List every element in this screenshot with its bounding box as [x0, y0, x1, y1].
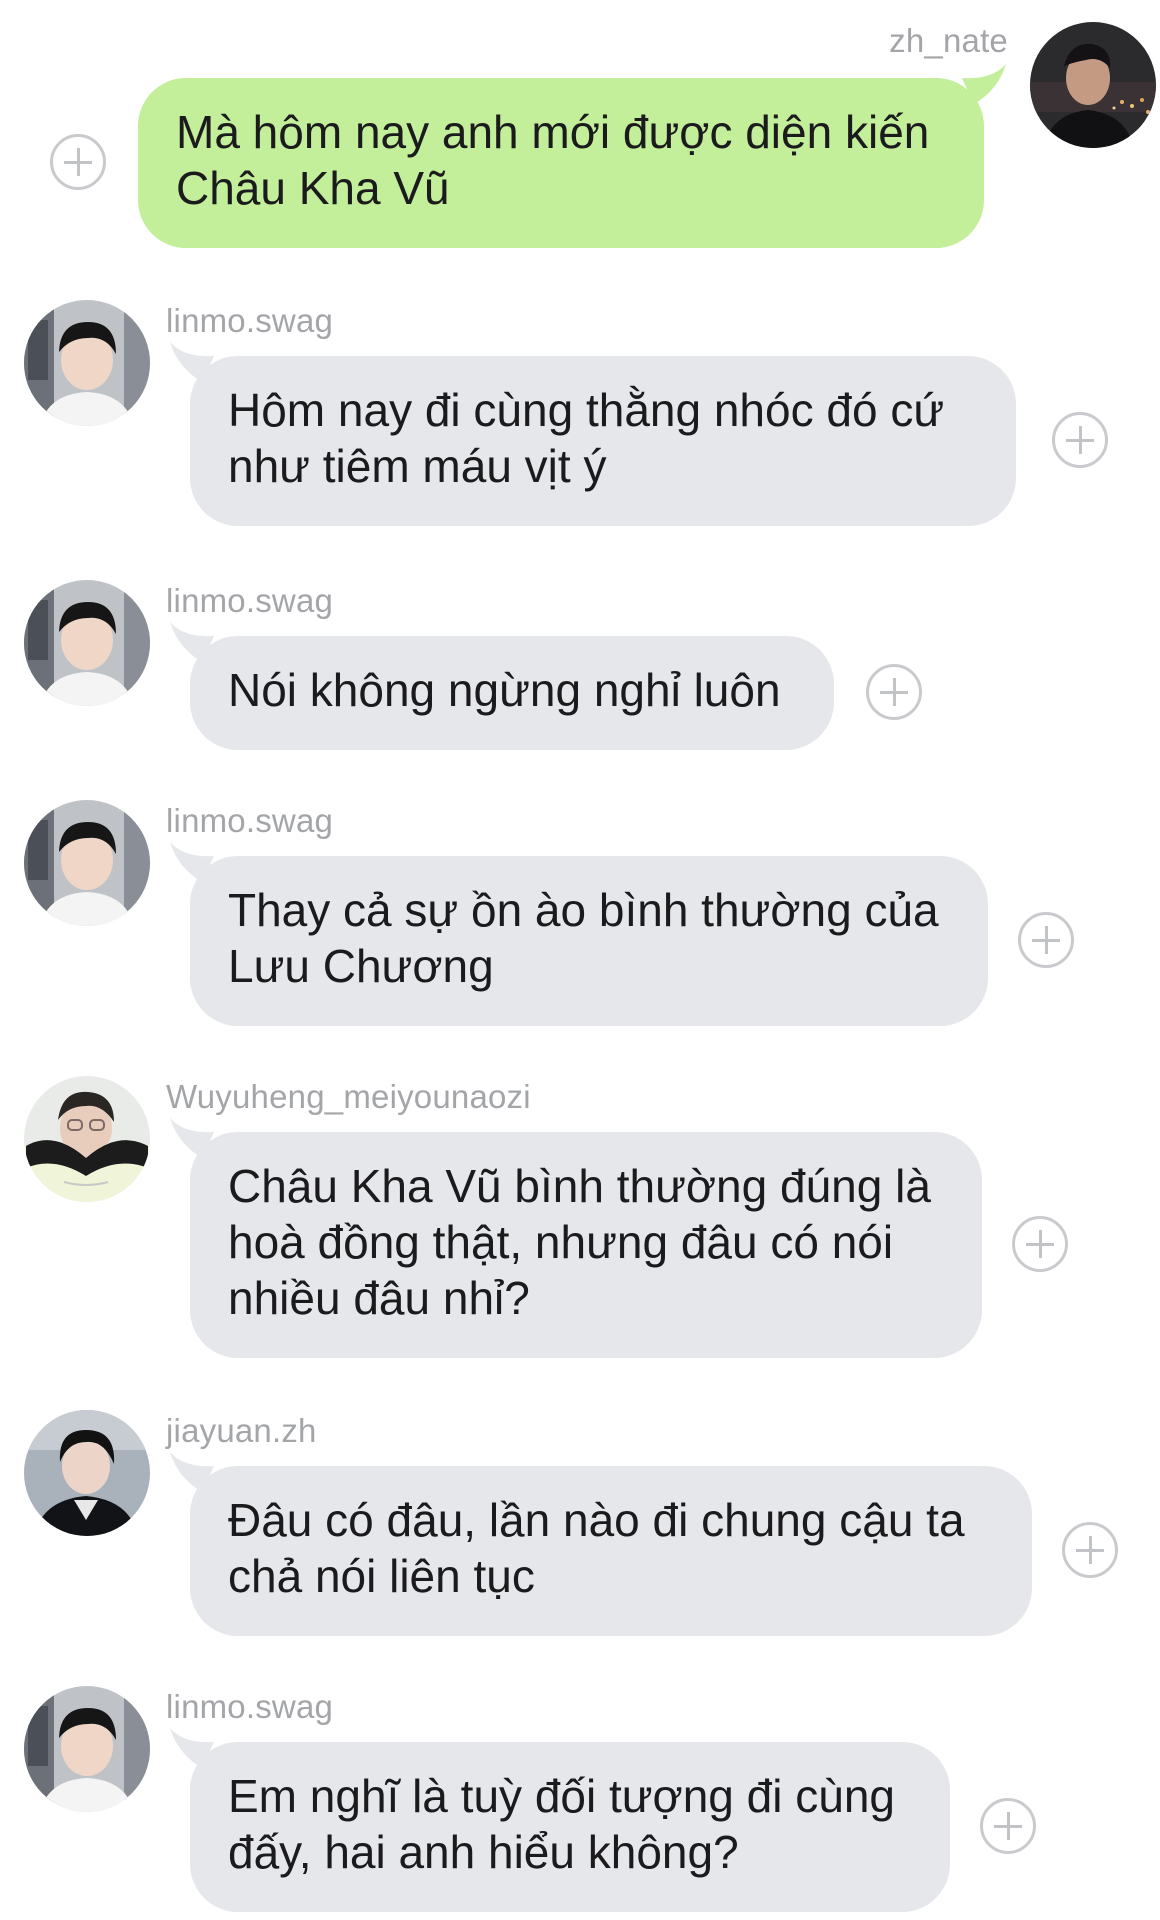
avatar[interactable]	[1030, 22, 1156, 148]
message-line: như tiêm máu vịt ý	[228, 440, 607, 492]
message-bubble[interactable]: Đâu có đâu, lần nào đi chung cậu ta chả …	[170, 1452, 1032, 1636]
plus-circle-icon[interactable]	[980, 1798, 1036, 1854]
message-line: Thay cả sự ồn ào bình thường của	[228, 884, 939, 936]
username: linmo.swag	[166, 582, 334, 619]
username: jiayuan.zh	[166, 1412, 317, 1449]
avatar[interactable]	[24, 1686, 150, 1812]
message-bubble[interactable]: Thay cả sự ồn ào bình thường của Lưu Chư…	[170, 842, 988, 1026]
message-line: Châu Kha Vũ bình thường đúng là	[228, 1160, 931, 1212]
bubble-tail	[170, 622, 214, 662]
message-bubble[interactable]: Em nghĩ là tuỳ đối tượng đi cùng đấy, ha…	[170, 1728, 950, 1912]
message-line: Lưu Chương	[228, 940, 494, 992]
message-line: nhiều đâu nhỉ?	[228, 1272, 530, 1324]
message-row: linmo.swag Thay cả sự ồn ào bình thường …	[0, 790, 1160, 1040]
chat-thread: zh_nate Mà hôm nay anh mới được diện kiế…	[0, 0, 1160, 1920]
message-line: hoà đồng thật, nhưng đâu có nói	[228, 1216, 894, 1268]
username: zh_nate	[889, 22, 1008, 59]
plus-circle-icon[interactable]	[1012, 1216, 1068, 1272]
message-bubble[interactable]: Hôm nay đi cùng thằng nhóc đó cứ như tiê…	[170, 342, 1016, 526]
message-row: jiayuan.zh Đâu có đâu, lần nào đi chung …	[0, 1400, 1160, 1650]
message-line: Mà hôm nay anh mới được diện kiến	[176, 106, 930, 158]
bubble-tail	[170, 842, 214, 882]
message-bubble[interactable]: Châu Kha Vũ bình thường đúng là hoà đồng…	[170, 1118, 982, 1358]
plus-circle-icon[interactable]	[1052, 412, 1108, 468]
bubble-tail	[962, 64, 1006, 104]
message-row: linmo.swag Nói không ngừng nghỉ luôn	[0, 570, 1160, 760]
message-row: linmo.swag Em nghĩ là tuỳ đối tượng đi c…	[0, 1676, 1160, 1920]
bubble-tail	[170, 1452, 214, 1492]
message-line: Em nghĩ là tuỳ đối tượng đi cùng	[228, 1770, 895, 1822]
message-row: zh_nate Mà hôm nay anh mới được diện kiế…	[0, 0, 1160, 260]
avatar[interactable]	[24, 800, 150, 926]
username: linmo.swag	[166, 802, 334, 839]
username: linmo.swag	[166, 302, 334, 339]
message-line: Đâu có đâu, lần nào đi chung cậu ta	[228, 1494, 965, 1546]
plus-circle-icon[interactable]	[50, 134, 106, 190]
plus-circle-icon[interactable]	[866, 664, 922, 720]
avatar[interactable]	[24, 580, 150, 706]
plus-circle-icon[interactable]	[1062, 1522, 1118, 1578]
avatar[interactable]	[24, 1076, 150, 1202]
message-bubble[interactable]: Nói không ngừng nghỉ luôn	[170, 622, 834, 750]
username: linmo.swag	[166, 1688, 334, 1725]
message-line: Nói không ngừng nghỉ luôn	[228, 664, 781, 716]
bubble-tail	[170, 342, 214, 382]
message-bubble[interactable]: Mà hôm nay anh mới được diện kiến Châu K…	[138, 64, 1006, 248]
message-line: Hôm nay đi cùng thằng nhóc đó cứ	[228, 384, 945, 436]
message-line: chả nói liên tục	[228, 1550, 535, 1602]
message-line: Châu Kha Vũ	[176, 162, 450, 214]
plus-circle-icon[interactable]	[1018, 912, 1074, 968]
bubble-tail	[170, 1118, 214, 1158]
avatar[interactable]	[24, 300, 150, 426]
avatar[interactable]	[24, 1410, 150, 1536]
bubble-tail	[170, 1728, 214, 1768]
message-line: đấy, hai anh hiểu không?	[228, 1826, 739, 1878]
message-row: Wuyuheng_meiyounaozi Châu Kha Vũ bình th…	[0, 1066, 1160, 1366]
username: Wuyuheng_meiyounaozi	[166, 1078, 531, 1115]
message-row: linmo.swag Hôm nay đi cùng thằng nhóc đó…	[0, 290, 1160, 540]
